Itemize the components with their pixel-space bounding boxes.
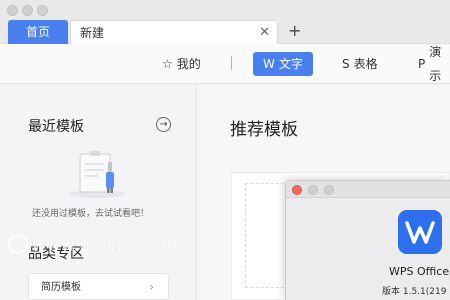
writer-label: 文字 (278, 57, 303, 71)
wps-logo-icon (398, 210, 442, 254)
arrow-right-icon[interactable]: → (156, 117, 171, 132)
recent-templates-title: 最近模板 (28, 119, 84, 135)
toolbar-divider (231, 56, 232, 70)
add-tab-icon[interactable]: + (288, 20, 301, 42)
about-dialog-titlebar (286, 181, 450, 198)
window-zoom-dot[interactable] (37, 5, 48, 16)
left-panel: 最近模板 → 还没用过模板，去试试看吧！ 品类专区 简历模板 › (0, 85, 197, 300)
tab-home[interactable]: 首页 (8, 20, 68, 44)
watermark-text: www.macjb.com (32, 236, 178, 256)
dialog-zoom-dot[interactable] (324, 185, 334, 195)
about-dialog: WPS Office 版本 1.5.1(219 (285, 180, 450, 300)
category-item-label: 简历模板 (41, 282, 81, 293)
writer-button[interactable]: W 文字 (253, 52, 313, 76)
writer-icon: W (263, 57, 275, 71)
star-icon: ☆ (162, 57, 173, 71)
watermark-logo-icon (8, 234, 28, 254)
recommended-templates-title: 推荐模板 (230, 120, 298, 140)
tab-new-label: 新建 (80, 26, 105, 40)
category-item-resume[interactable]: 简历模板 › (28, 273, 169, 300)
sheets-button[interactable]: S 表格 (342, 52, 378, 76)
tab-new[interactable]: 新建 ✕ (70, 20, 278, 44)
dialog-close-dot[interactable] (292, 185, 302, 195)
app-version: 版本 1.5.1(219 (382, 287, 447, 297)
slides-label: 演示 (429, 45, 442, 83)
window-close-dot[interactable] (7, 5, 18, 16)
window-minimize-dot[interactable] (22, 5, 33, 16)
app-name: WPS Office (389, 265, 450, 278)
slides-button[interactable]: P 演示 (418, 45, 450, 83)
sheets-icon: S (342, 57, 350, 71)
empty-clipboard-illustration (69, 151, 125, 198)
slides-icon: P (418, 57, 426, 71)
dialog-minimize-dot[interactable] (308, 185, 318, 195)
chevron-right-icon: › (149, 280, 154, 294)
mine-label: 我的 (176, 57, 201, 71)
sheets-label: 表格 (353, 57, 378, 71)
app-type-toolbar: ☆ 我的 W 文字 S 表格 P 演示 (0, 44, 450, 84)
watermark: www.macjb.com (8, 234, 178, 256)
mine-button[interactable]: ☆ 我的 (162, 52, 201, 76)
empty-state-text: 还没用过模板，去试试看吧！ (32, 209, 150, 219)
title-bar: 首页 新建 ✕ + (0, 0, 450, 44)
tab-home-label: 首页 (25, 25, 50, 39)
close-icon[interactable]: ✕ (259, 21, 270, 45)
